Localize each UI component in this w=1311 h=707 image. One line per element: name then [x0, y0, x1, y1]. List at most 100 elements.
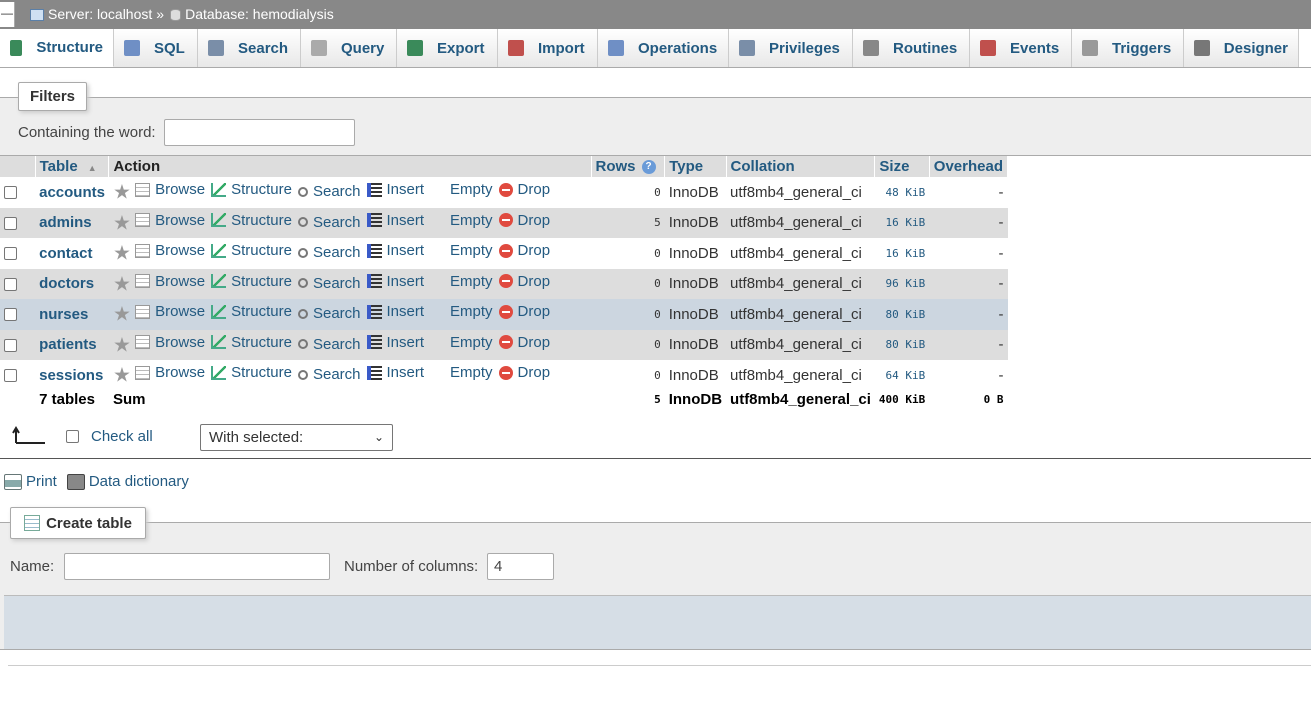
table-name-link[interactable]: admins — [39, 214, 92, 231]
action-insert[interactable]: Insert — [366, 242, 424, 259]
action-drop[interactable]: Drop — [498, 364, 550, 381]
tab-structure[interactable]: Structure — [0, 29, 114, 67]
action-drop[interactable]: Drop — [498, 181, 550, 198]
action-empty[interactable]: Empty — [430, 212, 493, 229]
action-search[interactable]: Search — [297, 214, 361, 231]
favorite-star-icon[interactable]: ★ — [113, 182, 131, 204]
row-checkbox[interactable] — [4, 338, 17, 352]
action-insert[interactable]: Insert — [366, 334, 424, 351]
table-name-link[interactable]: nurses — [39, 306, 88, 323]
breadcrumb-database[interactable]: Database: hemodialysis — [185, 6, 334, 22]
header-rows[interactable]: Rows? — [591, 156, 666, 177]
header-table[interactable]: Table ▲ — [35, 156, 110, 177]
table-size[interactable]: 48 KiB — [874, 177, 930, 208]
action-drop[interactable]: Drop — [498, 334, 550, 351]
favorite-star-icon[interactable]: ★ — [113, 213, 131, 235]
tab-privileges[interactable]: Privileges — [729, 29, 853, 67]
table-name-link[interactable]: accounts — [39, 184, 105, 201]
favorite-star-icon[interactable]: ★ — [113, 365, 131, 387]
action-browse[interactable]: Browse — [135, 242, 205, 259]
action-structure[interactable]: Structure — [211, 334, 292, 351]
header-type[interactable]: Type — [664, 156, 727, 177]
tab-routines[interactable]: Routines — [853, 29, 970, 67]
action-drop[interactable]: Drop — [498, 242, 550, 259]
favorite-star-icon[interactable]: ★ — [113, 243, 131, 265]
favorite-star-icon[interactable]: ★ — [113, 335, 131, 357]
action-structure[interactable]: Structure — [211, 212, 292, 229]
filter-input[interactable] — [164, 119, 355, 146]
table-name-link[interactable]: patients — [39, 336, 97, 353]
action-drop[interactable]: Drop — [498, 212, 550, 229]
columns-count-input[interactable]: 4 — [487, 553, 554, 580]
check-all-checkbox[interactable] — [66, 430, 79, 443]
action-structure[interactable]: Structure — [211, 273, 292, 290]
with-selected-dropdown[interactable]: With selected: ⌄ — [200, 424, 393, 451]
action-drop[interactable]: Drop — [498, 273, 550, 290]
navigation-collapse-button[interactable]: — — [0, 2, 15, 27]
action-empty[interactable]: Empty — [430, 303, 493, 320]
action-empty[interactable]: Empty — [430, 334, 493, 351]
table-size[interactable]: 64 KiB — [874, 360, 930, 391]
tab-sql[interactable]: SQL — [114, 29, 198, 67]
action-browse[interactable]: Browse — [135, 303, 205, 320]
tab-events[interactable]: Events — [970, 29, 1072, 67]
action-search[interactable]: Search — [297, 183, 361, 200]
action-structure[interactable]: Structure — [211, 242, 292, 259]
row-checkbox[interactable] — [4, 186, 17, 200]
table-name-link[interactable]: sessions — [39, 367, 103, 384]
action-drop[interactable]: Drop — [498, 303, 550, 320]
row-checkbox[interactable] — [4, 369, 17, 383]
action-empty[interactable]: Empty — [430, 242, 493, 259]
table-name-link[interactable]: contact — [39, 245, 92, 262]
tab-designer[interactable]: Designer — [1184, 29, 1299, 67]
action-browse[interactable]: Browse — [135, 273, 205, 290]
table-size[interactable]: 16 KiB — [874, 238, 930, 269]
row-checkbox[interactable] — [4, 247, 17, 261]
tab-query[interactable]: Query — [301, 29, 397, 67]
action-browse[interactable]: Browse — [135, 364, 205, 381]
table-name-input[interactable] — [64, 553, 330, 580]
favorite-star-icon[interactable]: ★ — [113, 274, 131, 296]
breadcrumb-server[interactable]: Server: localhost — [48, 6, 152, 22]
action-empty[interactable]: Empty — [430, 273, 493, 290]
action-insert[interactable]: Insert — [366, 364, 424, 381]
action-search[interactable]: Search — [297, 244, 361, 261]
tab-triggers[interactable]: Triggers — [1072, 29, 1184, 67]
table-size[interactable]: 16 KiB — [874, 207, 930, 238]
favorite-star-icon[interactable]: ★ — [113, 304, 131, 326]
tab-operations[interactable]: Operations — [598, 29, 729, 67]
action-browse[interactable]: Browse — [135, 334, 205, 351]
action-empty[interactable]: Empty — [430, 364, 493, 381]
action-empty[interactable]: Empty — [430, 181, 493, 198]
table-name-link[interactable]: doctors — [39, 275, 94, 292]
header-size[interactable]: Size — [874, 156, 930, 177]
print-link[interactable]: Print — [26, 473, 57, 490]
tab-export[interactable]: Export — [397, 29, 498, 67]
help-icon[interactable]: ? — [641, 160, 656, 175]
row-checkbox[interactable] — [4, 277, 17, 291]
action-search[interactable]: Search — [297, 336, 361, 353]
check-all-label[interactable]: Check all — [91, 428, 153, 445]
action-search[interactable]: Search — [297, 366, 361, 383]
action-structure[interactable]: Structure — [211, 181, 292, 198]
table-size[interactable]: 80 KiB — [874, 329, 930, 360]
table-size[interactable]: 96 KiB — [874, 268, 930, 299]
action-search[interactable]: Search — [297, 275, 361, 292]
action-search[interactable]: Search — [297, 305, 361, 322]
tab-search[interactable]: Search — [198, 29, 301, 67]
action-insert[interactable]: Insert — [366, 303, 424, 320]
row-checkbox[interactable] — [4, 308, 17, 322]
action-structure[interactable]: Structure — [211, 303, 292, 320]
action-browse[interactable]: Browse — [135, 181, 205, 198]
action-insert[interactable]: Insert — [366, 273, 424, 290]
table-size[interactable]: 80 KiB — [874, 299, 930, 330]
header-collation[interactable]: Collation — [726, 156, 876, 177]
action-insert[interactable]: Insert — [366, 181, 424, 198]
data-dictionary-link[interactable]: Data dictionary — [89, 473, 189, 490]
action-structure[interactable]: Structure — [211, 364, 292, 381]
header-overhead[interactable]: Overhead — [929, 156, 1009, 177]
row-checkbox[interactable] — [4, 216, 17, 230]
tab-import[interactable]: Import — [498, 29, 598, 67]
action-browse[interactable]: Browse — [135, 212, 205, 229]
action-insert[interactable]: Insert — [366, 212, 424, 229]
